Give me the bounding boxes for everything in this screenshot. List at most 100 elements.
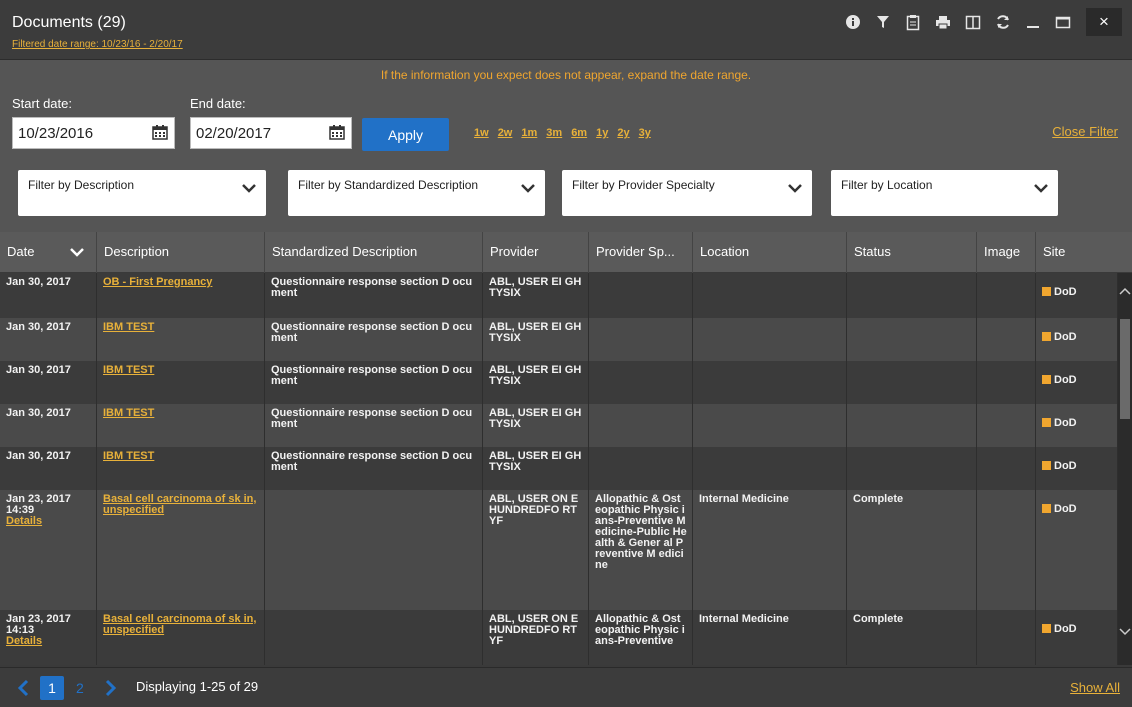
description-link[interactable]: OB - First Pregnancy (103, 276, 212, 288)
description-link[interactable]: IBM TEST (103, 450, 154, 462)
cell-location (693, 361, 847, 404)
chevron-left-icon[interactable] (16, 679, 30, 697)
page-2-button[interactable]: 2 (76, 680, 84, 696)
cell-specialty (589, 273, 693, 318)
cell-location (693, 273, 847, 318)
filter-select-label: Filter by Provider Specialty (572, 178, 715, 192)
table-row[interactable]: Jan 30, 2017 IBM TEST Questionnaire respon… (0, 404, 1118, 447)
cell-description: OB - First Pregnancy (97, 273, 265, 318)
cell-status (847, 318, 977, 361)
range-3m-link[interactable]: 3m (546, 127, 562, 139)
filter-standardized-description-select[interactable]: Filter by Standardized Description (288, 170, 545, 216)
details-link[interactable]: Details (6, 636, 91, 647)
cell-location: Internal Medicine (693, 490, 847, 610)
info-icon[interactable] (840, 10, 866, 34)
filter-select-label: Filter by Standardized Description (298, 178, 479, 192)
cell-image (977, 404, 1036, 447)
filter-provider-specialty-select[interactable]: Filter by Provider Specialty (562, 170, 812, 216)
range-1y-link[interactable]: 1y (596, 127, 608, 139)
cell-image (977, 318, 1036, 361)
table-row[interactable]: Jan 30, 2017 IBM TEST Questionnaire respon… (0, 447, 1118, 490)
cell-std (265, 490, 483, 610)
filter-select-label: Filter by Location (841, 178, 933, 192)
range-3y-link[interactable]: 3y (639, 127, 651, 139)
columns-icon[interactable] (960, 10, 986, 34)
refresh-icon[interactable] (990, 10, 1016, 34)
show-all-link[interactable]: Show All (1070, 680, 1120, 695)
cell-provider: ABL, USER EI GHTYSIX (483, 447, 589, 490)
chevron-down-icon (1034, 184, 1048, 193)
cell-status (847, 361, 977, 404)
table-row[interactable]: Jan 23, 2017 14:13 Details Basal cell carci… (0, 610, 1118, 665)
table-row[interactable]: Jan 23, 2017 14:39 Details Basal cell carci… (0, 490, 1118, 610)
table-row[interactable]: Jan 30, 2017 IBM TEST Questionnaire respon… (0, 318, 1118, 361)
scroll-down-icon[interactable] (1119, 628, 1131, 638)
range-2y-link[interactable]: 2y (617, 127, 629, 139)
site-badge-icon (1042, 332, 1051, 341)
vertical-scrollbar[interactable] (1118, 273, 1132, 665)
row-date: Jan 30, 2017 (6, 276, 71, 288)
table-row[interactable]: Jan 30, 2017 IBM TEST Questionnaire respon… (0, 361, 1118, 404)
cell-date: Jan 23, 2017 14:39 Details (0, 490, 97, 610)
minimize-icon[interactable] (1020, 10, 1046, 34)
range-1w-link[interactable]: 1w (474, 127, 489, 139)
column-header-provider[interactable]: Provider (483, 232, 589, 273)
filter-location-select[interactable]: Filter by Location (831, 170, 1058, 216)
column-header-status[interactable]: Status (847, 232, 977, 273)
cell-std: Questionnaire response section D ocument (265, 361, 483, 404)
range-6m-link[interactable]: 6m (571, 127, 587, 139)
calendar-icon[interactable] (329, 124, 345, 140)
site-label: DoD (1054, 417, 1077, 429)
cell-date: Jan 30, 2017 (0, 318, 97, 361)
row-date: Jan 30, 2017 (6, 321, 71, 333)
apply-button[interactable]: Apply (362, 118, 449, 151)
close-icon[interactable]: × (1086, 8, 1122, 36)
description-link[interactable]: Basal cell carcinoma of sk in, unspecifi… (103, 493, 256, 516)
site-badge-icon (1042, 287, 1051, 296)
description-link[interactable]: Basal cell carcinoma of sk in, unspecifi… (103, 613, 256, 636)
column-header-standardized-description[interactable]: Standardized Description (265, 232, 483, 273)
date-range-hint: If the information you expect does not a… (380, 68, 752, 82)
end-date-label: End date: (190, 96, 246, 111)
range-1m-link[interactable]: 1m (521, 127, 537, 139)
site-label: DoD (1054, 623, 1077, 635)
column-header-location[interactable]: Location (693, 232, 847, 273)
start-date-field[interactable]: 10/23/2016 (12, 117, 175, 149)
window-header: Documents (29) Filtered date range: 10/2… (0, 0, 1132, 60)
end-date-field[interactable]: 02/20/2017 (190, 117, 352, 149)
clipboard-icon[interactable] (900, 10, 926, 34)
column-header-description[interactable]: Description (97, 232, 265, 273)
table-row[interactable]: Jan 30, 2017 OB - First Pregnancy Question… (0, 273, 1118, 318)
page-1-button[interactable]: 1 (40, 676, 64, 700)
site-badge-icon (1042, 375, 1051, 384)
row-date: Jan 30, 2017 (6, 364, 71, 376)
maximize-icon[interactable] (1050, 10, 1076, 34)
filter-icon[interactable] (870, 10, 896, 34)
cell-status (847, 404, 977, 447)
description-link[interactable]: IBM TEST (103, 321, 154, 333)
calendar-icon[interactable] (152, 124, 168, 140)
scrollbar-thumb[interactable] (1120, 319, 1130, 419)
description-link[interactable]: IBM TEST (103, 364, 154, 376)
description-link[interactable]: IBM TEST (103, 407, 154, 419)
cell-description: IBM TEST (97, 447, 265, 490)
close-filter-link[interactable]: Close Filter (1052, 124, 1118, 139)
filtered-date-range-link[interactable]: Filtered date range: 10/23/16 - 2/20/17 (12, 39, 183, 50)
displaying-count: Displaying 1-25 of 29 (136, 679, 259, 694)
column-header-site[interactable]: Site (1036, 232, 1132, 273)
scroll-up-icon[interactable] (1119, 287, 1131, 297)
column-header-date[interactable]: Date (0, 232, 97, 273)
chevron-right-icon[interactable] (104, 679, 118, 697)
chevron-down-icon[interactable] (70, 247, 84, 257)
table-body: Jan 30, 2017 OB - First Pregnancy Question… (0, 273, 1118, 665)
cell-image (977, 610, 1036, 665)
site-label: DoD (1054, 331, 1077, 343)
range-2w-link[interactable]: 2w (498, 127, 513, 139)
column-header-provider-specialty[interactable]: Provider Sp... (589, 232, 693, 273)
details-link[interactable]: Details (6, 516, 91, 527)
cell-site: DoD (1036, 361, 1118, 404)
column-header-image[interactable]: Image (977, 232, 1036, 273)
print-icon[interactable] (930, 10, 956, 34)
filter-description-select[interactable]: Filter by Description (18, 170, 266, 216)
site-label: DoD (1054, 503, 1077, 515)
